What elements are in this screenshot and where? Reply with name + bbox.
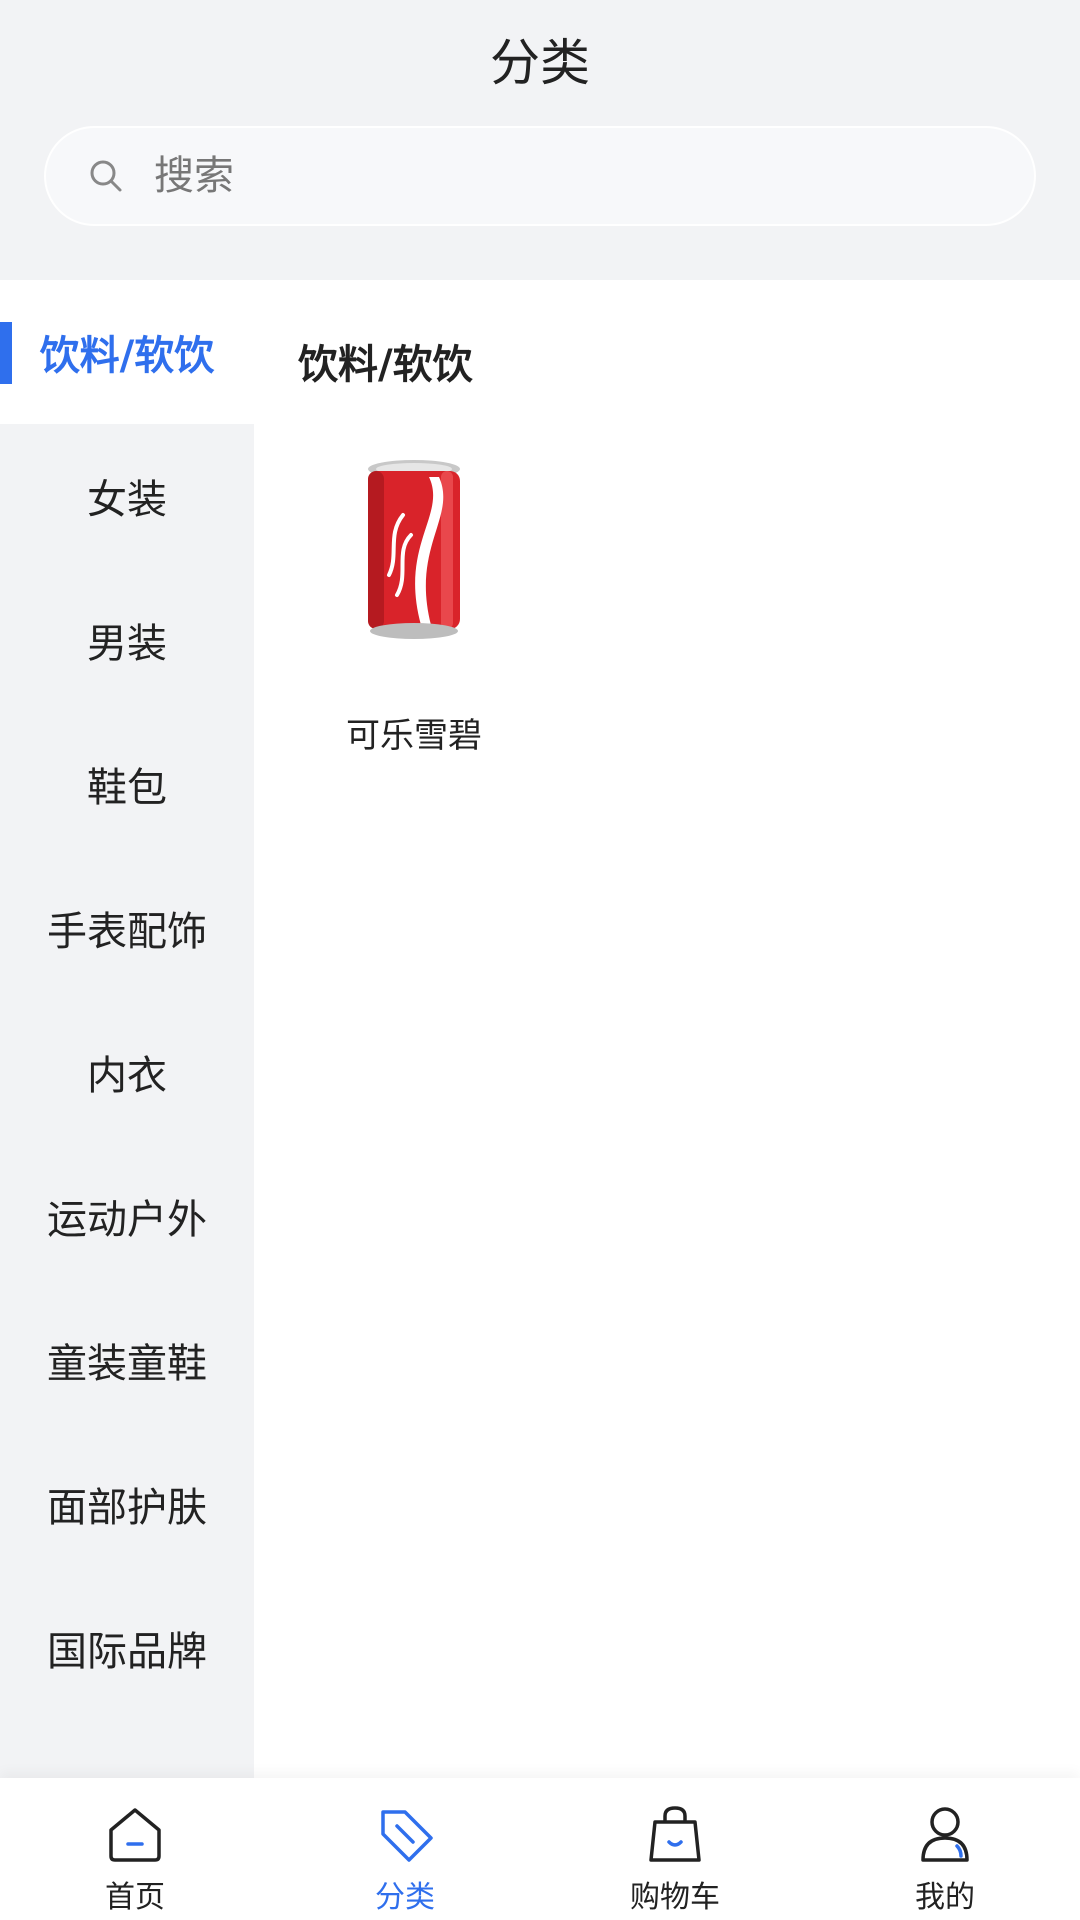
tab-home[interactable]: 首页: [0, 1778, 270, 1920]
sidebar-item-label: 面部护肤: [47, 1485, 207, 1531]
section-title: 饮料/软饮: [298, 342, 473, 388]
sidebar-item-kids[interactable]: 童装童鞋: [0, 1288, 254, 1432]
search-icon: [86, 156, 126, 196]
sidebar-item-label: 运动户外: [47, 1197, 207, 1243]
tab-label: 首页: [105, 1880, 165, 1915]
tab-label: 分类: [375, 1880, 435, 1915]
sidebar-item-drinks[interactable]: 饮料/软饮: [0, 280, 254, 424]
tab-profile[interactable]: 我的: [810, 1778, 1080, 1920]
search-bar[interactable]: [44, 126, 1036, 226]
sidebar-item-label: 男装: [87, 621, 167, 667]
user-icon: [921, 1807, 969, 1862]
sidebar-item-label: 童装童鞋: [47, 1341, 207, 1387]
tab-cart[interactable]: 购物车: [540, 1778, 810, 1920]
header: 分类: [0, 0, 1080, 280]
tab-label: 购物车: [630, 1880, 720, 1915]
shopping-bag-icon: [649, 1806, 701, 1862]
sidebar-item-shoes-bags[interactable]: 鞋包: [0, 712, 254, 856]
tab-category[interactable]: 分类: [270, 1778, 540, 1920]
sidebar-item-mens-clothing[interactable]: 男装: [0, 568, 254, 712]
tag-icon: [381, 1810, 433, 1862]
cola-can-image: [294, 440, 534, 660]
sidebar-item-underwear[interactable]: 内衣: [0, 1000, 254, 1144]
category-content: 饮料/软饮 可乐雪碧: [254, 280, 1080, 1778]
home-icon: [109, 1808, 161, 1862]
sidebar-item-skincare[interactable]: 面部护肤: [0, 1432, 254, 1576]
sidebar-item-label: 女装: [87, 477, 167, 523]
sidebar-item-label: 内衣: [87, 1053, 167, 1099]
category-sidebar: 饮料/软饮 女装 男装 鞋包 手表配饰 内衣 运动户外 童装童鞋 面部护肤 国际…: [0, 280, 254, 1778]
sidebar-item-sports-outdoor[interactable]: 运动户外: [0, 1144, 254, 1288]
sidebar-item-label: 饮料/软饮: [39, 333, 215, 379]
bottom-tab-bar: 首页 分类 购物车 我的: [0, 1778, 1080, 1920]
product-name: 可乐雪碧: [346, 716, 482, 756]
search-input[interactable]: [152, 152, 952, 200]
sidebar-item-label: 手表配饰: [47, 909, 207, 955]
sidebar-item-label: 鞋包: [87, 765, 167, 811]
page-title: 分类: [490, 34, 590, 92]
sidebar-item-international-brands[interactable]: 国际品牌: [0, 1576, 254, 1720]
product-card[interactable]: 可乐雪碧: [294, 440, 534, 757]
sidebar-item-label: 国际品牌: [47, 1629, 207, 1675]
tab-label: 我的: [915, 1880, 975, 1915]
sidebar-item-womens-clothing[interactable]: 女装: [0, 424, 254, 568]
sidebar-item-watches-accessories[interactable]: 手表配饰: [0, 856, 254, 1000]
